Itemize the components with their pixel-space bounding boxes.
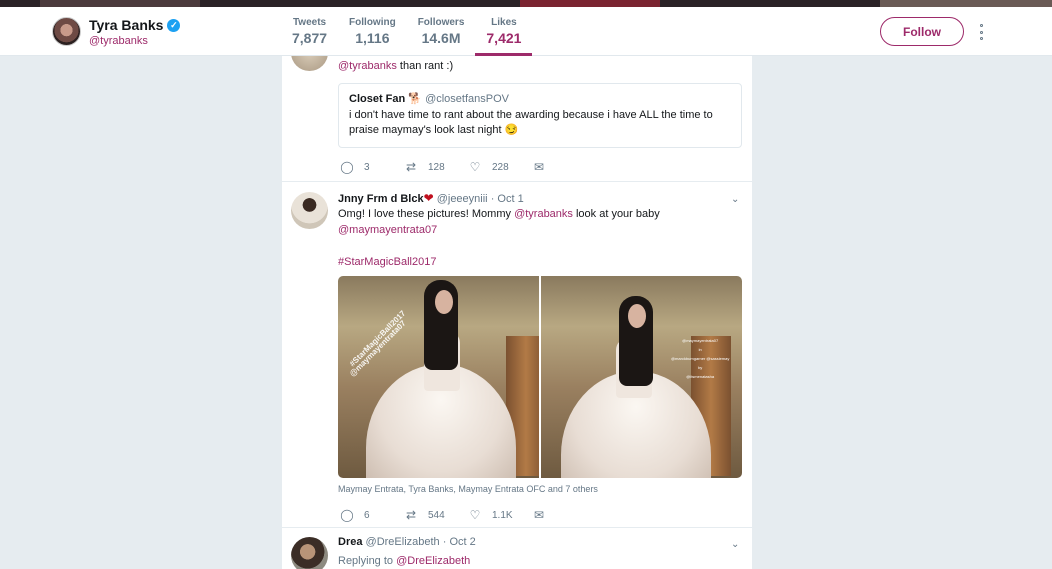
reply-icon: ◯ — [340, 160, 354, 174]
replying-to: Replying to @DreElizabeth — [338, 553, 470, 569]
photo-2[interactable]: @maymayentrata07 in @marckbumgarner @sas… — [541, 276, 742, 478]
stat-followers[interactable]: Followers 14.6M — [407, 7, 476, 56]
retweet-count: 544 — [428, 509, 445, 521]
envelope-icon: ✉ — [533, 508, 545, 522]
author-handle[interactable]: @jeeeyniii — [437, 193, 488, 205]
stat-likes[interactable]: Likes 7,421 — [475, 7, 533, 56]
profile-banner — [0, 0, 1052, 7]
tweet-text-rest: than rant :) — [396, 60, 454, 72]
tweet-date[interactable]: · Oct 2 — [443, 536, 476, 548]
stat-value: 1,116 — [355, 30, 390, 46]
tweet-text-part: Omg! I love these pictures! Mommy — [338, 208, 515, 220]
reply-icon: ◯ — [340, 508, 354, 522]
avatar[interactable] — [291, 537, 328, 569]
like-count: 228 — [492, 161, 509, 173]
verified-badge-icon: ✓ — [167, 18, 181, 32]
like-button[interactable]: ♡ 1.1K — [468, 508, 532, 522]
follow-button[interactable]: Follow — [880, 17, 964, 46]
quoted-tweet[interactable]: Closet Fan 🐕 @closetfansPOV i don't have… — [338, 83, 742, 148]
envelope-icon: ✉ — [533, 160, 545, 174]
author-name[interactable]: Drea — [338, 536, 362, 548]
tweet-actions: ◯ 3 ⇄ 128 ♡ 228 ✉ — [340, 160, 596, 174]
retweet-count: 128 — [428, 161, 445, 173]
author-name[interactable]: Jnny Frm d Blck — [338, 193, 424, 205]
retweet-icon: ⇄ — [405, 160, 417, 174]
tweet[interactable]: Drea @DreElizabeth · Oct 2 ⌄ Replying to… — [282, 528, 752, 569]
reply-count: 3 — [364, 161, 370, 173]
tweet-header: Drea @DreElizabeth · Oct 2 — [338, 536, 476, 548]
photo-watermark: @maymayentrata07 in @marckbumgarner @sas… — [671, 338, 730, 379]
avatar[interactable] — [291, 192, 328, 229]
profile-name[interactable]: Tyra Banks ✓ — [89, 17, 181, 33]
hashtag-link[interactable]: #StarMagicBall2017 — [338, 256, 436, 268]
stat-label: Tweets — [292, 17, 327, 28]
photo-grid: #StarMagicBall2017 @maymayentrata07 @may… — [338, 276, 742, 478]
smirk-emoji-icon: 😏 — [504, 124, 519, 136]
retweet-button[interactable]: ⇄ 128 — [404, 160, 468, 174]
stat-tweets[interactable]: Tweets 7,877 — [281, 7, 338, 56]
stat-value: 7,877 — [292, 30, 328, 46]
tweet-date[interactable]: · Oct 1 — [491, 193, 524, 205]
like-button[interactable]: ♡ 228 — [468, 160, 532, 174]
author-handle[interactable]: @DreElizabeth — [366, 536, 440, 548]
stat-label: Following — [349, 17, 396, 28]
tweet-text: @tyrabanks than rant :) — [338, 58, 453, 74]
reply-count: 6 — [364, 509, 370, 521]
quoted-tweet-text: i don't have time to rant about the awar… — [349, 109, 713, 136]
profile-stats: Tweets 7,877 Following 1,116 Followers 1… — [281, 7, 533, 56]
timeline: @tyrabanks than rant :) Closet Fan 🐕 @cl… — [282, 56, 752, 569]
message-button[interactable]: ✉ — [532, 508, 596, 522]
tweet-text: Omg! I love these pictures! Mommy @tyrab… — [338, 206, 738, 270]
tweet-header: Jnny Frm d Blck❤ @jeeeyniii · Oct 1 — [338, 191, 524, 205]
replying-to-label: Replying to — [338, 555, 397, 567]
heart-icon: ♡ — [469, 508, 481, 522]
red-heart-icon: ❤ — [423, 191, 434, 205]
stat-label: Likes — [491, 17, 517, 28]
dog-emoji-icon: 🐕 — [408, 93, 422, 105]
stat-value: 14.6M — [421, 30, 461, 46]
message-button[interactable]: ✉ — [532, 160, 596, 174]
photo-watermark: @maymayentrata07 — [347, 318, 408, 379]
heart-icon: ♡ — [469, 160, 481, 174]
quoted-tweet-body: i don't have time to rant about the awar… — [349, 108, 731, 138]
tweet[interactable]: Jnny Frm d Blck❤ @jeeeyniii · Oct 1 ⌄ Om… — [282, 182, 752, 528]
tweet-actions: ◯ 6 ⇄ 544 ♡ 1.1K ✉ — [340, 508, 596, 522]
photo-1[interactable]: #StarMagicBall2017 @maymayentrata07 — [338, 276, 539, 478]
mention-link[interactable]: @DreElizabeth — [396, 555, 470, 567]
stat-value: 7,421 — [486, 30, 522, 46]
more-options-icon[interactable] — [977, 24, 985, 40]
mention-link[interactable]: @tyrabanks — [514, 208, 573, 220]
mention-link[interactable]: @maymayentrata07 — [338, 224, 437, 236]
like-count: 1.1K — [492, 509, 513, 521]
avatar[interactable] — [52, 17, 81, 46]
profile-handle[interactable]: @tyrabanks — [89, 35, 148, 47]
avatar[interactable] — [291, 56, 328, 71]
retweet-icon: ⇄ — [405, 508, 417, 522]
quoted-tweet-header: Closet Fan 🐕 @closetfansPOV — [349, 92, 731, 105]
profile-nav-bar: Tyra Banks ✓ @tyrabanks Tweets 7,877 Fol… — [0, 7, 1052, 56]
retweet-button[interactable]: ⇄ 544 — [404, 508, 468, 522]
mention-link[interactable]: @tyrabanks — [338, 60, 397, 72]
quoted-author-name: Closet Fan — [349, 93, 406, 105]
quoted-author-handle: @closetfansPOV — [425, 93, 509, 105]
reply-button[interactable]: ◯ 6 — [340, 508, 404, 522]
tweet[interactable]: @tyrabanks than rant :) Closet Fan 🐕 @cl… — [282, 56, 752, 182]
stat-label: Followers — [417, 17, 465, 28]
chevron-down-icon[interactable]: ⌄ — [731, 539, 741, 550]
profile-name-text[interactable]: Tyra Banks — [89, 17, 163, 33]
chevron-down-icon[interactable]: ⌄ — [731, 194, 741, 205]
tagged-users[interactable]: Maymay Entrata, Tyra Banks, Maymay Entra… — [338, 484, 598, 494]
tweet-text-part: look at your baby — [572, 208, 660, 220]
reply-button[interactable]: ◯ 3 — [340, 160, 404, 174]
stat-following[interactable]: Following 1,116 — [338, 7, 407, 56]
photo-watermark: #StarMagicBall2017 — [347, 308, 408, 369]
